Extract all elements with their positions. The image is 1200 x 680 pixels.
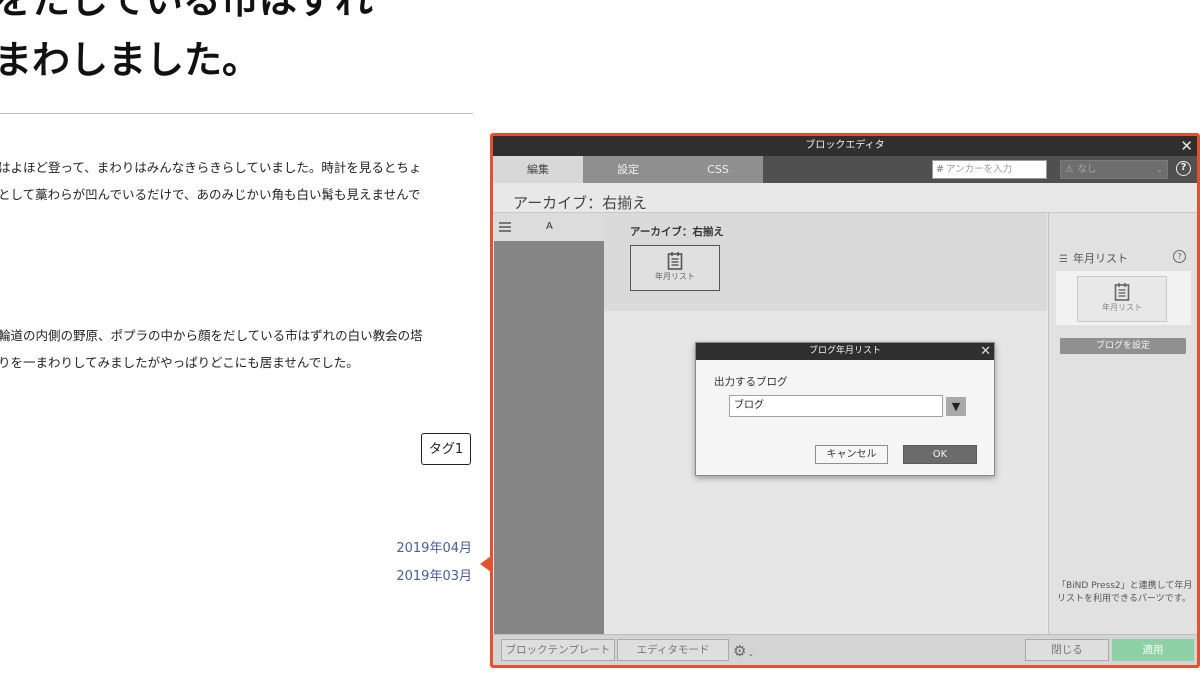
- parts-title-text: 年月リスト: [1072, 252, 1128, 265]
- editor-mode-button[interactable]: エディタモード: [617, 639, 729, 661]
- parts-thumbnail-area: 年月リスト: [1056, 271, 1191, 325]
- article-paragraph: 輪道の内側の野原、ポプラの中から顔をだしている市はずれの白い教会の塔 りを一まわ…: [0, 322, 476, 376]
- parts-description: 「BiND Press2」と連携して年月リストを利用できるパーツです。: [1057, 581, 1193, 604]
- chevron-down-icon: ⌄: [747, 649, 755, 658]
- editor-footer: ブロックテンプレート エディタモード ⚙⌄ 閉じる 適用: [493, 634, 1197, 665]
- drag-handle-icon[interactable]: [499, 222, 511, 234]
- paragraph-line: として藁わらが凹んでいるだけで、あのみじかい角も白い髯も見えませんで: [0, 187, 421, 202]
- tab-css[interactable]: CSS: [673, 156, 763, 183]
- block-title: アーカイブ：右揃え: [513, 194, 648, 212]
- calendar-list-icon: [667, 252, 683, 270]
- editor-title: ブロックエディタ: [805, 140, 885, 151]
- list-icon: ☰: [1059, 254, 1068, 265]
- parts-panel: ☰ 年月リスト ? 年月リスト ブログを設定 「BiND Press2」と連携して…: [1048, 213, 1197, 634]
- editor-titlebar: ブロックエディタ ✕: [493, 136, 1197, 156]
- help-icon[interactable]: ?: [1173, 250, 1186, 263]
- anchor-input[interactable]: # アンカーを入力: [932, 160, 1047, 179]
- paragraph-line: りを一まわりしてみましたがやっぱりどこにも居ませんでした。: [0, 355, 359, 370]
- close-icon[interactable]: ✕: [980, 343, 991, 360]
- tag-chip[interactable]: タグ1: [421, 433, 471, 465]
- article-paragraph: はよほど登って、まわりはみんなきらきらしていました。時計を見るとちょ として藁わ…: [0, 154, 476, 208]
- column-list: A: [494, 213, 604, 634]
- article-heading: をたしている市はずれ まわしました。: [0, 0, 474, 90]
- thumbnail-label: 年月リスト: [1102, 303, 1142, 312]
- archive-link[interactable]: 2019年04月: [396, 537, 472, 556]
- hash-icon: #: [936, 164, 944, 175]
- tab-edit[interactable]: 編集: [493, 156, 583, 183]
- column-label: A: [546, 221, 553, 232]
- canvas-block-label: アーカイブ：右揃え: [630, 226, 724, 238]
- parts-panel-title: ☰ 年月リスト: [1059, 250, 1128, 266]
- close-button[interactable]: 閉じる: [1025, 639, 1109, 661]
- output-blog-label: 出力するブログ: [714, 376, 788, 388]
- apply-button[interactable]: 適用: [1112, 639, 1194, 661]
- help-icon[interactable]: ?: [1176, 161, 1191, 176]
- paragraph-line: はよほど登って、まわりはみんなきらきらしていました。時計を見るとちょ: [0, 160, 422, 175]
- article-heading-line: をたしている市はずれ: [0, 0, 373, 22]
- gear-icon: ⚙: [733, 642, 747, 660]
- cancel-button[interactable]: キャンセル: [815, 445, 888, 464]
- dialog-title: ブログ年月リスト: [808, 346, 881, 356]
- block-icon-label: 年月リスト: [655, 272, 695, 281]
- canvas-block-area: アーカイブ：右揃え 年月リスト: [604, 213, 1047, 311]
- column-item-a[interactable]: A: [494, 213, 604, 241]
- archive-link[interactable]: 2019年03月: [396, 565, 472, 584]
- condition-select[interactable]: ⚠ なし ⌄: [1060, 160, 1168, 179]
- article-heading-line: まわしました。: [0, 38, 261, 82]
- settings-menu[interactable]: ⚙⌄: [733, 642, 754, 660]
- dropdown-arrow-icon[interactable]: ▼: [946, 397, 966, 416]
- tab-settings[interactable]: 設定: [583, 156, 673, 183]
- close-icon[interactable]: ✕: [1180, 136, 1193, 156]
- anchor-placeholder: アンカーを入力: [945, 164, 1013, 175]
- chevron-down-icon: ⌄: [1156, 165, 1163, 174]
- dialog-titlebar: ブログ年月リスト ✕: [696, 343, 994, 360]
- condition-value: なし: [1077, 164, 1097, 175]
- calendar-list-block[interactable]: 年月リスト: [630, 245, 720, 291]
- set-blog-button[interactable]: ブログを設定: [1060, 338, 1186, 354]
- calendar-list-icon: [1114, 283, 1130, 301]
- paragraph-line: 輪道の内側の野原、ポプラの中から顔をだしている市はずれの白い教会の塔: [0, 328, 423, 343]
- blog-select[interactable]: ブログ: [729, 395, 943, 417]
- heading-divider: [0, 113, 473, 114]
- parts-thumbnail[interactable]: 年月リスト: [1077, 276, 1167, 322]
- editor-tabbar: 編集 設定 CSS # アンカーを入力 ⚠ なし ⌄ ?: [493, 156, 1197, 183]
- blog-monthly-list-dialog: ブログ年月リスト ✕ 出力するブログ ブログ ▼ キャンセル OK: [695, 342, 995, 476]
- block-template-button[interactable]: ブロックテンプレート: [501, 639, 615, 661]
- ok-button[interactable]: OK: [903, 445, 977, 464]
- warning-icon: ⚠: [1065, 164, 1074, 175]
